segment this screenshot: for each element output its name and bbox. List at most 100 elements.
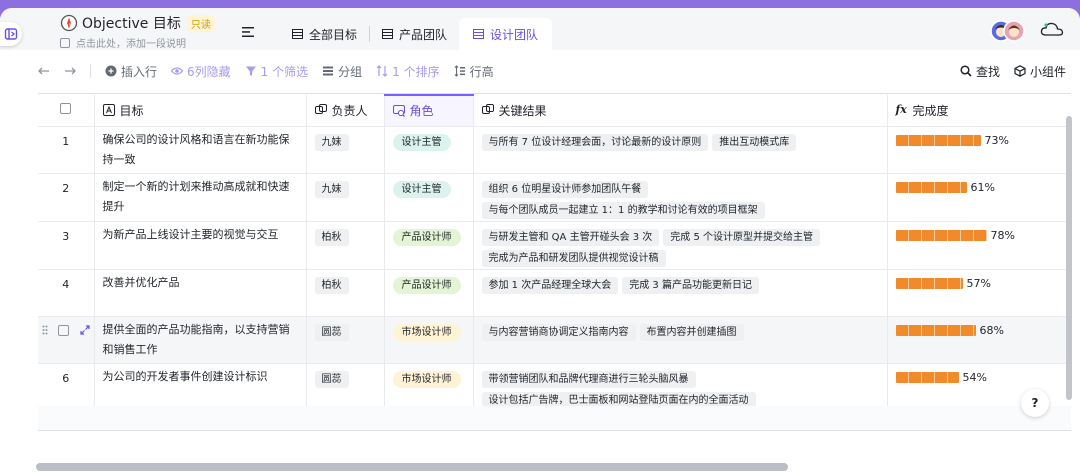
group-button[interactable]: 分组 [322,63,362,80]
collaborator-avatars[interactable] [990,20,1026,42]
tab-label: 设计团队 [490,27,539,42]
goal-cell[interactable]: 为公司的开发者事件创建设计标识 [94,363,307,412]
key-result-tag: 推出互动模式库 [712,133,797,151]
role-cell[interactable]: 设计主管 [384,126,474,174]
column-title: 完成度 [912,103,949,118]
key-results-cell[interactable]: 组织 6 位明星设计师参加团队午餐与每个团队成员一起建立 1：1 的教学和讨论有… [473,173,888,222]
row-height-label: 行高 [469,64,494,79]
table-row[interactable]: 提供全面的产品功能指南，以支持营销和销售工作 圆蕊 市场设计师 与内容营销商协调定义指… [38,316,1071,364]
row-index-cell[interactable]: 2 [38,173,95,222]
role-tag: 产品设计师 [392,228,461,246]
owner-cell[interactable]: 九妹 [306,126,385,174]
table-row[interactable]: 6 为公司的开发者事件创建设计标识 圆蕊 市场设计师 带领营销团队和品牌代理商进行三轮头… [38,363,1071,412]
hidden-columns-button[interactable]: 6列隐藏 [171,63,231,80]
description-placeholder[interactable]: 点击此处，添加一段说明 [76,35,186,50]
row-index-cell[interactable]: 1 [38,126,95,174]
completion-cell[interactable]: 78% [887,221,1071,270]
owner-cell[interactable]: 圆蕊 [306,316,385,364]
sidebar-expand-icon [4,28,18,40]
completion-cell[interactable]: 57% [887,269,1071,317]
row-number: 4 [62,277,70,291]
compass-icon [60,14,78,32]
column-header-role[interactable]: 角色 [384,94,474,127]
tab-design-team[interactable]: 设计团队 [459,18,553,50]
key-result-tag: 与内容营销商协调定义指南内容 [481,323,636,341]
completion-cell[interactable]: 61% [887,173,1071,222]
column-header-key-results[interactable]: 关键结果 [473,95,888,127]
role-cell[interactable]: 产品设计师 [384,221,474,270]
filter-icon [245,66,256,76]
drag-handle-icon[interactable] [42,325,48,335]
key-results-cell[interactable]: 与研发主管和 QA 主管开碰头会 3 次完成 5 个设计原型并提交给主管完成为产… [473,221,888,270]
horizontal-scrollbar[interactable] [36,463,1076,471]
progress-bar [895,277,963,289]
filter-button[interactable]: 1 个筛选 [245,63,308,80]
select-all-header[interactable] [38,95,95,127]
goal-cell[interactable]: 为新产品上线设计主要的视觉与交互 [94,221,307,270]
role-cell[interactable]: 市场设计师 [384,363,474,412]
progress-bar-fill [895,277,963,289]
column-header-completion[interactable]: fx 完成度 [887,95,1071,127]
row-index-cell[interactable] [38,316,95,364]
horizontal-scrollbar-thumb[interactable] [36,463,788,471]
expand-row-icon[interactable] [79,325,90,335]
goal-text: 确保公司的设计风格和语言在新功能保持一致 [102,132,290,166]
role-cell[interactable]: 产品设计师 [384,269,474,317]
vertical-scrollbar[interactable] [1066,116,1072,400]
goal-text: 为公司的开发者事件创建设计标识 [102,369,268,383]
owner-cell[interactable]: 柏秋 [306,221,385,270]
key-results-cell[interactable]: 参加 1 次产品经理全球大会 完成 3 篇产品功能更新日记 [473,269,888,317]
goal-cell[interactable]: 改善并优化产品 [94,269,307,317]
cloud-sync-icon[interactable] [1040,20,1064,38]
sort-icon [376,65,388,77]
table-row[interactable]: 4 改善并优化产品 柏秋 产品设计师 参加 1 次产品经理全球大会 完成 3 篇产品功能更… [38,269,1071,317]
row-index-cell[interactable]: 4 [38,269,95,317]
table-row[interactable]: 1 确保公司的设计风格和语言在新功能保持一致 九妹 设计主管 与所有 7 位设计经理会面… [38,126,1071,174]
key-results-cell[interactable]: 与内容营销商协调定义指南内容 布置内容并创建插图 [473,316,888,364]
row-index-cell[interactable]: 6 [38,363,95,412]
goal-cell[interactable]: 制定一个新的计划来推动高成就和快速提升 [94,173,307,222]
sort-label: 1 个排序 [392,64,440,79]
insert-row-button[interactable]: 插入行 [105,63,157,80]
tab-label: 全部目标 [309,27,358,42]
progress-bar-fill [895,229,987,241]
role-tag: 产品设计师 [392,276,461,294]
role-cell[interactable]: 市场设计师 [384,316,474,364]
toolbar-right: 查找 小组件 [960,56,1066,86]
progress-bar-fill [895,134,981,146]
row-checkbox[interactable] [58,324,70,336]
table-row[interactable]: 2 制定一个新的计划来推动高成就和快速提升 九妹 设计主管 组织 6 位明星设计师参加团… [38,173,1071,222]
table-row[interactable]: 3 为新产品上线设计主要的视觉与交互 柏秋 产品设计师 与研发主管和 QA 主管开碰头会… [38,221,1071,270]
menu-icon[interactable] [242,27,254,37]
row-height-button[interactable]: 行高 [454,63,494,80]
owner-cell[interactable]: 圆蕊 [306,363,385,412]
column-header-goal[interactable]: 目标 [94,95,307,127]
select-all-checkbox[interactable] [60,103,72,115]
help-button[interactable]: ? [1021,389,1049,417]
widget-button[interactable]: 小组件 [1014,63,1066,80]
goal-text: 制定一个新的计划来推动高成就和快速提升 [102,179,290,213]
tab-all-goals[interactable]: 全部目标 [280,18,369,50]
redo-button[interactable] [64,65,76,77]
owner-cell[interactable]: 柏秋 [306,269,385,317]
completion-cell[interactable]: 68% [887,316,1071,364]
column-header-owner[interactable]: 负责人 [306,95,385,127]
undo-button[interactable] [38,65,50,77]
hidden-columns-label: 6列隐藏 [187,64,231,79]
completion-cell[interactable]: 73% [887,126,1071,174]
key-results-cell[interactable]: 带领营销团队和品牌代理商进行三轮头脑风暴设计包括广告牌，巴士面板和网站登陆页面在… [473,363,888,412]
key-results-cell[interactable]: 与所有 7 位设计经理会面，讨论最新的设计原则 推出互动模式库 [473,126,888,174]
owner-cell[interactable]: 九妹 [306,173,385,222]
widget-label: 小组件 [1029,64,1066,79]
grid-view-icon [473,29,485,39]
goal-cell[interactable]: 确保公司的设计风格和语言在新功能保持一致 [94,126,307,174]
page-title[interactable]: Objective 目标 [82,13,181,33]
find-button[interactable]: 查找 [960,63,1000,80]
key-result-tag: 与所有 7 位设计经理会面，讨论最新的设计原则 [481,133,709,151]
column-title: 目标 [119,103,144,118]
row-index-cell[interactable]: 3 [38,221,95,270]
tab-product-team[interactable]: 产品团队 [370,18,459,50]
role-cell[interactable]: 设计主管 [384,173,474,222]
sort-button[interactable]: 1 个排序 [376,63,440,80]
goal-cell[interactable]: 提供全面的产品功能指南，以支持营销和销售工作 [94,316,307,364]
